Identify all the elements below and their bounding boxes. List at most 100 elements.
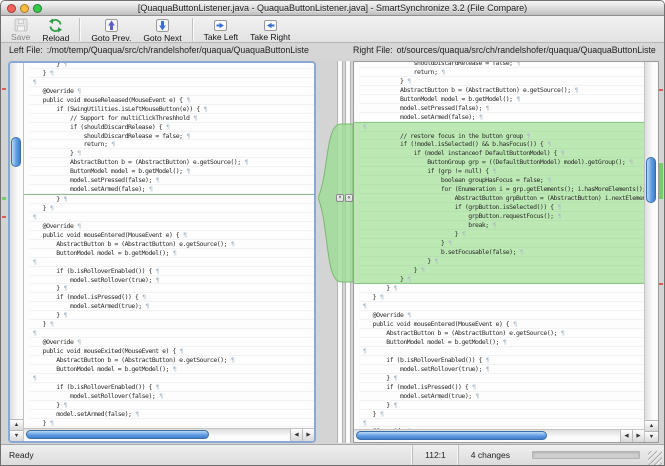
pilcrow-mark: ¶	[60, 63, 68, 68]
right-vscroll-thumb[interactable]	[646, 157, 656, 203]
change-mark[interactable]	[2, 216, 6, 218]
resize-grip[interactable]	[648, 451, 662, 465]
right-editor-pane: shouldDiscardRelease = false; ¶ return; …	[353, 61, 659, 443]
pilcrow-mark: ¶	[73, 149, 81, 157]
code-line: for (Enumeration i = grp.getElements(); …	[359, 185, 644, 194]
code-line: ¶	[29, 78, 314, 87]
code-line: @Override ¶	[29, 222, 314, 231]
close-button[interactable]	[7, 4, 16, 13]
reload-button[interactable]: Reload	[36, 17, 75, 42]
code-line: if (b.isRolloverEnabled()) { ¶	[359, 356, 644, 365]
take-left-button[interactable]: Take Left	[198, 17, 245, 42]
scroll-left-arrow[interactable]: ◀	[290, 429, 302, 441]
code-line: model.setRollover(true); ¶	[359, 365, 644, 374]
code-line: public void mouseEntered(MouseEvent e) {…	[29, 231, 314, 240]
code-line: model.setArmed(false); ¶	[29, 185, 314, 194]
left-code-editor[interactable]: } ¶ } ¶ ¶ @Override ¶ public void mouseR…	[24, 63, 314, 428]
code-line: if (b.isRolloverEnabled()) { ¶	[29, 267, 314, 276]
progress-track	[532, 451, 640, 459]
minimize-button[interactable]	[20, 4, 29, 13]
pilcrow-mark: ¶	[73, 222, 81, 230]
delete-change-button[interactable]: ×	[336, 194, 344, 202]
change-mark[interactable]	[659, 163, 663, 199]
right-vertical-scrollbar[interactable]: ▲ ▼	[644, 62, 658, 442]
code-line: } ¶	[359, 77, 644, 86]
code-line: ButtonModel model = b.getModel(); ¶	[29, 249, 314, 258]
save-icon	[14, 18, 28, 32]
pilcrow-mark: ¶	[227, 240, 235, 248]
pilcrow-mark: ¶	[162, 123, 170, 131]
zoom-button[interactable]	[33, 4, 42, 13]
pilcrow-mark: ¶	[200, 105, 208, 113]
change-mark[interactable]	[2, 88, 6, 90]
code-line: } ¶	[359, 257, 644, 266]
pilcrow-mark: ¶	[60, 311, 68, 319]
code-line: } ¶	[29, 204, 314, 213]
code-line: AbstractButton b = (AbstractButton) e.ge…	[359, 86, 644, 95]
pilcrow-mark: ¶	[403, 275, 411, 283]
code-line: ButtonModel model = b.getModel(); ¶	[29, 365, 314, 374]
code-line: // restore focus in the button group ¶	[359, 132, 644, 141]
pilcrow-mark: ¶	[458, 230, 466, 238]
pilcrow-mark: ¶	[554, 203, 562, 211]
title-bar[interactable]: [QuaquaButtonListener.java - QuaquaButto…	[1, 1, 664, 16]
pilcrow-mark: ¶	[557, 149, 565, 157]
pilcrow-mark: ¶	[189, 114, 197, 122]
pilcrow-mark: ¶	[376, 293, 384, 301]
pilcrow-mark: ¶	[417, 266, 425, 274]
take-change-left-button[interactable]: «	[345, 194, 353, 202]
code-line: } ¶	[359, 275, 644, 284]
change-mark[interactable]	[659, 283, 663, 285]
code-line: if (model.isPressed()) { ¶	[29, 293, 314, 302]
pilcrow-mark: ¶	[499, 338, 507, 346]
left-horizontal-scrollbar[interactable]: ◀ ▶	[24, 428, 314, 441]
scroll-right-arrow[interactable]: ▶	[302, 429, 314, 441]
diff-gutter: × «	[318, 61, 353, 443]
change-mark[interactable]	[2, 197, 6, 200]
right-horizontal-scrollbar[interactable]: ◀ ▶	[354, 429, 644, 442]
code-line: model.setArmed(true); ¶	[359, 392, 644, 401]
scroll-down-arrow[interactable]: ▼	[645, 431, 658, 442]
take-right-button[interactable]: Take Right	[244, 17, 296, 42]
toolbar-separator	[192, 18, 194, 41]
scroll-up-arrow[interactable]: ▲	[10, 419, 23, 430]
scroll-right-arrow[interactable]: ▶	[632, 430, 644, 442]
scroll-left-arrow[interactable]: ◀	[620, 430, 632, 442]
pilcrow-mark: ¶	[152, 176, 160, 184]
goto-next-label: Goto Next	[143, 33, 181, 43]
code-line: if (model instanceof DefaultButtonModel)…	[359, 149, 644, 158]
goto-next-button[interactable]: Goto Next	[137, 17, 187, 42]
save-button[interactable]: Save	[5, 17, 36, 42]
pilcrow-mark: ¶	[60, 284, 68, 292]
right-code-editor[interactable]: shouldDiscardRelease = false; ¶ return; …	[354, 62, 644, 429]
goto-prev-button[interactable]: Goto Prev.	[85, 17, 137, 42]
pilcrow-mark: ¶	[554, 212, 562, 220]
code-line: b.setFocusable(false); ¶	[359, 248, 644, 257]
code-line: shouldDiscardRelease = false; ¶	[29, 132, 314, 141]
code-line: if (grpButton.isSelected()) { ¶	[359, 203, 644, 212]
pilcrow-mark: ¶	[431, 257, 439, 265]
pilcrow-mark: ¶	[359, 347, 367, 355]
left-hscroll-thumb[interactable]	[26, 430, 209, 439]
pilcrow-mark: ¶	[29, 374, 37, 382]
reload-label: Reload	[42, 33, 69, 43]
code-line: if (grp != null) { ¶	[359, 167, 644, 176]
change-mark[interactable]	[659, 89, 663, 91]
right-hscroll-thumb[interactable]	[356, 431, 547, 440]
left-vertical-scrollbar[interactable]: ▲ ▼	[10, 63, 24, 441]
scroll-down-arrow[interactable]: ▼	[10, 430, 23, 441]
pilcrow-mark: ¶	[403, 77, 411, 85]
pilcrow-mark: ¶	[169, 249, 177, 257]
scroll-up-arrow[interactable]: ▲	[645, 420, 658, 431]
left-vscroll-thumb[interactable]	[11, 137, 21, 167]
pilcrow-mark: ¶	[108, 140, 116, 148]
code-line: ¶	[29, 213, 314, 222]
pilcrow-mark: ¶	[390, 401, 398, 409]
pilcrow-mark: ¶	[142, 302, 150, 310]
code-line: if (b.isRolloverEnabled()) { ¶	[29, 383, 314, 392]
code-line: ¶	[359, 419, 644, 428]
code-line: ButtonModel model = b.getModel(); ¶	[29, 167, 314, 176]
code-line: } ¶	[29, 195, 314, 204]
left-editor-pane: ▲ ▼ } ¶ } ¶ ¶ @Override ¶ public void mo…	[8, 61, 316, 443]
pilcrow-mark: ¶	[145, 185, 153, 193]
